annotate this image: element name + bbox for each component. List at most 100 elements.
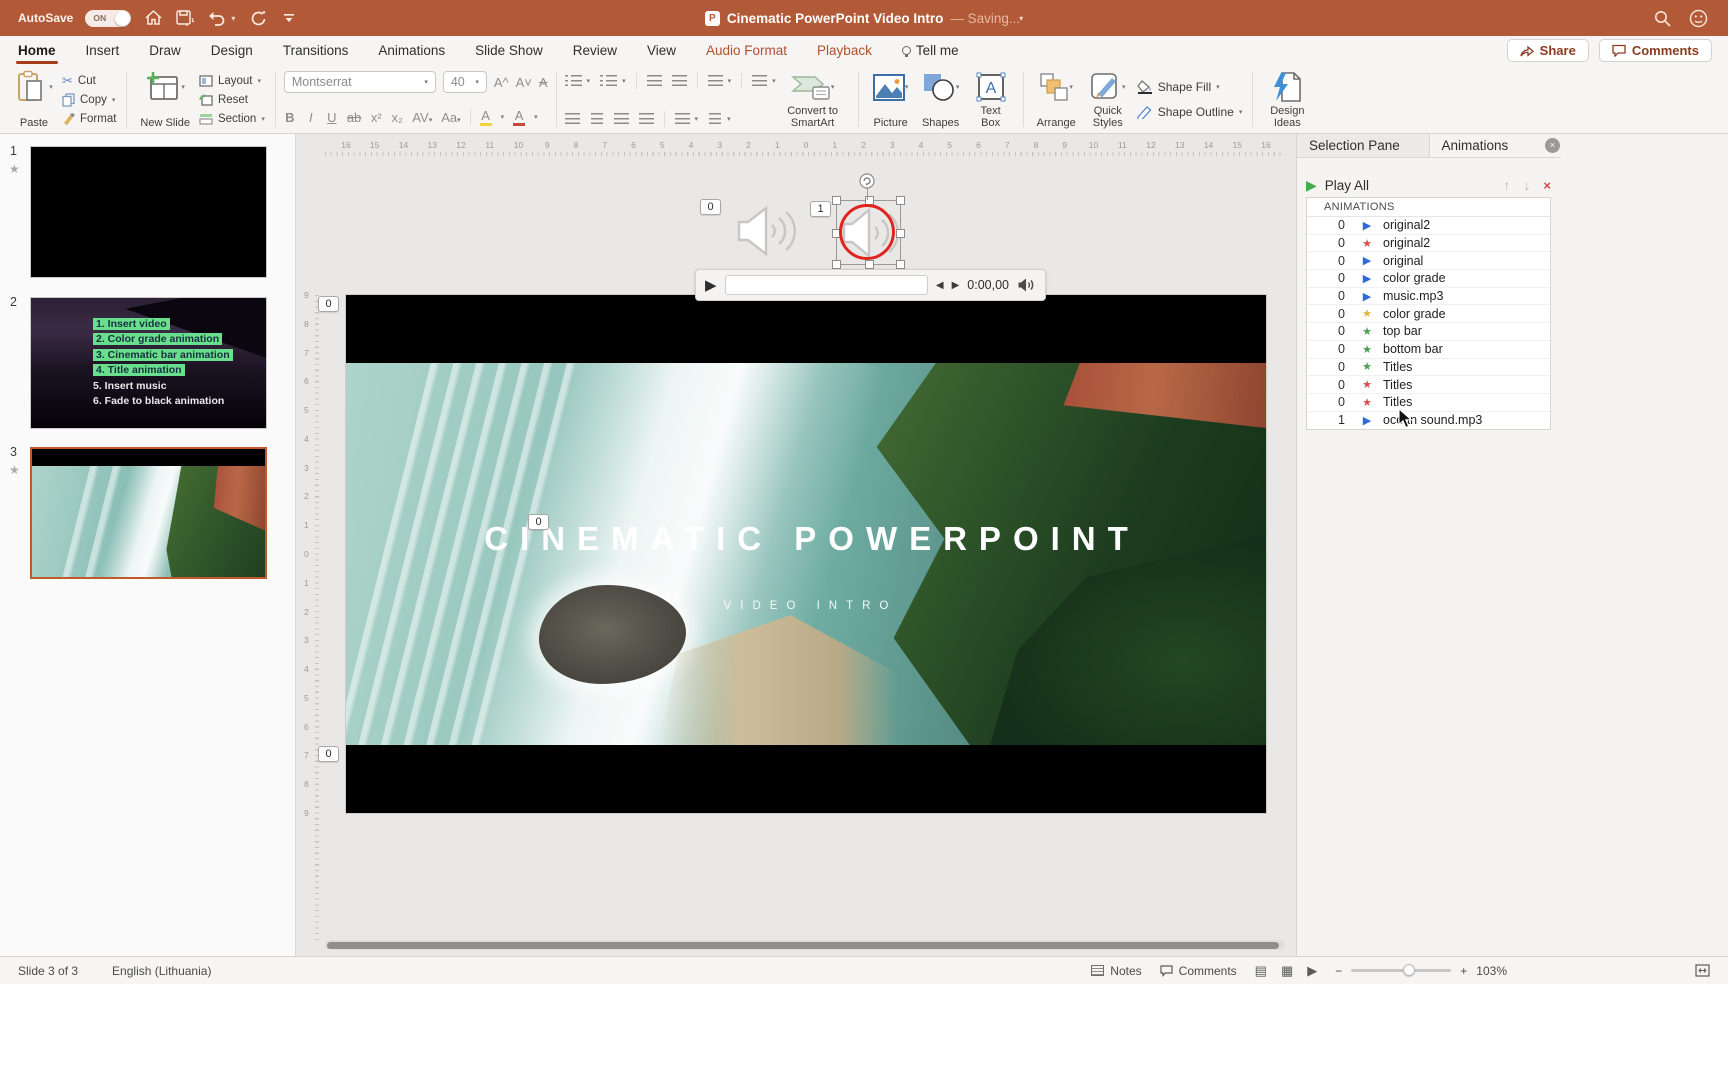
redo-icon[interactable] bbox=[247, 8, 267, 28]
animation-item[interactable]: 0▶color grade bbox=[1307, 270, 1550, 288]
increase-indent-button[interactable] bbox=[672, 71, 687, 90]
underline-button[interactable]: U bbox=[326, 110, 338, 125]
quick-styles-button[interactable]: ▾ Quick Styles bbox=[1085, 68, 1131, 131]
animation-item[interactable]: 0★original2 bbox=[1307, 235, 1550, 253]
comments-button[interactable]: Comments bbox=[1599, 39, 1712, 62]
tab-home[interactable]: Home bbox=[18, 43, 56, 58]
justify-button[interactable] bbox=[639, 109, 654, 128]
tab-review[interactable]: Review bbox=[573, 43, 617, 58]
bullets-button[interactable]: ▾ bbox=[565, 71, 591, 90]
slide-1-thumbnail[interactable] bbox=[30, 146, 267, 278]
arrange-button[interactable]: ▾ Arrange bbox=[1034, 68, 1079, 131]
resize-handle[interactable] bbox=[832, 260, 841, 269]
animation-item[interactable]: 0★Titles bbox=[1307, 394, 1550, 412]
slide-sorter-view-icon[interactable]: ▦ bbox=[1281, 963, 1293, 979]
layout-button[interactable]: Layout▾ bbox=[199, 71, 265, 90]
move-forward-button[interactable]: ▶ bbox=[952, 280, 960, 291]
volume-icon[interactable] bbox=[1017, 277, 1036, 293]
paste-button[interactable]: ▾ Paste bbox=[12, 68, 56, 131]
change-case-button[interactable]: Aa▾ bbox=[441, 110, 460, 125]
numbering-button[interactable]: ▾ bbox=[600, 71, 626, 90]
resize-handle[interactable] bbox=[896, 229, 905, 238]
animation-item[interactable]: 1▶ocean sound.mp3 bbox=[1307, 412, 1550, 430]
quick-access-menu-icon[interactable] bbox=[279, 8, 299, 28]
playback-progress-bar[interactable] bbox=[725, 275, 928, 295]
text-direction-button[interactable]: ▾ bbox=[675, 109, 699, 128]
text-highlight-button[interactable]: A bbox=[480, 108, 492, 126]
tab-tell-me[interactable]: Tell me bbox=[902, 43, 959, 58]
play-all-button[interactable]: Play All bbox=[1325, 178, 1369, 193]
slide-canvas[interactable]: CINEMATIC POWERPOINT VIDEO INTRO 0 bbox=[346, 295, 1266, 813]
character-spacing-button[interactable]: AV▾ bbox=[412, 110, 432, 125]
tab-insert[interactable]: Insert bbox=[86, 43, 120, 58]
section-button[interactable]: Section▾ bbox=[199, 109, 265, 128]
font-size-select[interactable]: 40▾ bbox=[443, 71, 487, 93]
save-icon[interactable] bbox=[175, 8, 195, 28]
subscript-button[interactable]: x₂ bbox=[391, 110, 403, 125]
format-painter-button[interactable]: Format bbox=[62, 109, 116, 128]
italic-button[interactable]: I bbox=[305, 110, 317, 125]
tab-view[interactable]: View bbox=[647, 43, 676, 58]
shape-outline-button[interactable]: Shape Outline▾ bbox=[1137, 103, 1243, 122]
tab-animations[interactable]: Animations bbox=[378, 43, 445, 58]
slide-subtitle-text[interactable]: VIDEO INTRO bbox=[346, 600, 1266, 612]
increase-font-button[interactable]: A^ bbox=[494, 71, 509, 93]
tab-slide-show[interactable]: Slide Show bbox=[475, 43, 543, 58]
resize-handle[interactable] bbox=[896, 196, 905, 205]
tab-draw[interactable]: Draw bbox=[149, 43, 181, 58]
undo-menu-chevron[interactable]: ▾ bbox=[231, 14, 235, 23]
tab-animations[interactable]: Animations bbox=[1430, 134, 1562, 157]
play-button[interactable]: ▶ bbox=[705, 276, 717, 294]
scrollbar-thumb[interactable] bbox=[327, 942, 1279, 949]
align-right-button[interactable] bbox=[614, 109, 629, 128]
shape-fill-button[interactable]: Shape Fill▾ bbox=[1137, 78, 1243, 97]
slide-3-thumbnail[interactable]: CINEMATIC POWERPOINT VIDEO INTRO bbox=[30, 447, 267, 579]
horizontal-scrollbar[interactable] bbox=[325, 940, 1285, 950]
resize-handle[interactable] bbox=[896, 260, 905, 269]
align-center-button[interactable] bbox=[590, 109, 604, 128]
cut-button[interactable]: ✂Cut bbox=[62, 71, 116, 90]
zoom-out-icon[interactable]: − bbox=[1335, 964, 1342, 978]
fit-slide-to-window-icon[interactable] bbox=[1695, 964, 1710, 977]
delete-animation-icon[interactable]: × bbox=[1543, 178, 1551, 193]
animation-item[interactable]: 0★Titles bbox=[1307, 359, 1550, 377]
slide-2-thumbnail[interactable]: 1. Insert video2. Color grade animation3… bbox=[30, 297, 267, 429]
normal-view-icon[interactable]: ▤ bbox=[1255, 963, 1267, 979]
tab-selection-pane[interactable]: Selection Pane bbox=[1297, 134, 1430, 157]
picture-button[interactable]: ▾ Picture bbox=[869, 68, 913, 131]
decrease-indent-button[interactable] bbox=[647, 71, 662, 90]
animation-item[interactable]: 0▶original2 bbox=[1307, 217, 1550, 235]
notes-button[interactable]: Notes bbox=[1091, 964, 1141, 978]
font-name-select[interactable]: Montserrat▾ bbox=[284, 71, 436, 93]
title-menu-chevron[interactable]: ▾ bbox=[1019, 14, 1023, 23]
status-comments-button[interactable]: Comments bbox=[1160, 964, 1237, 978]
clear-formatting-button[interactable]: A bbox=[539, 71, 548, 93]
shapes-button[interactable]: ▾ Shapes bbox=[919, 68, 963, 131]
audio-speaker-icon[interactable] bbox=[732, 200, 798, 262]
resize-handle[interactable] bbox=[832, 196, 841, 205]
convert-smartart-button[interactable]: ▾ Convert to SmartArt bbox=[776, 68, 850, 131]
copy-button[interactable]: Copy▾ bbox=[62, 90, 116, 109]
align-text-button[interactable]: ▾ bbox=[708, 109, 731, 128]
slide-title-text[interactable]: CINEMATIC POWERPOINT bbox=[346, 520, 1266, 558]
superscript-button[interactable]: x² bbox=[370, 110, 382, 125]
line-spacing-button[interactable]: ▾ bbox=[708, 71, 732, 90]
zoom-slider[interactable] bbox=[1351, 969, 1451, 972]
tab-audio-format[interactable]: Audio Format bbox=[706, 43, 787, 58]
zoom-in-icon[interactable]: + bbox=[1460, 964, 1467, 978]
decrease-font-button[interactable]: A˅ bbox=[516, 71, 532, 93]
close-pane-icon[interactable]: × bbox=[1545, 138, 1560, 153]
undo-icon[interactable] bbox=[207, 8, 227, 28]
bold-button[interactable]: B bbox=[284, 110, 296, 125]
rotate-handle[interactable] bbox=[859, 173, 875, 189]
account-icon[interactable] bbox=[1688, 8, 1708, 28]
language-indicator[interactable]: English (Lithuania) bbox=[112, 964, 211, 978]
strikethrough-button[interactable]: ab bbox=[347, 110, 361, 125]
search-icon[interactable] bbox=[1652, 8, 1672, 28]
reset-button[interactable]: Reset bbox=[199, 90, 265, 109]
animation-item[interactable]: 0★bottom bar bbox=[1307, 341, 1550, 359]
columns-button[interactable]: ▾ bbox=[752, 71, 776, 90]
move-animation-down-icon[interactable]: ↓ bbox=[1523, 177, 1530, 193]
animation-item[interactable]: 0★Titles bbox=[1307, 376, 1550, 394]
resize-handle[interactable] bbox=[865, 260, 874, 269]
